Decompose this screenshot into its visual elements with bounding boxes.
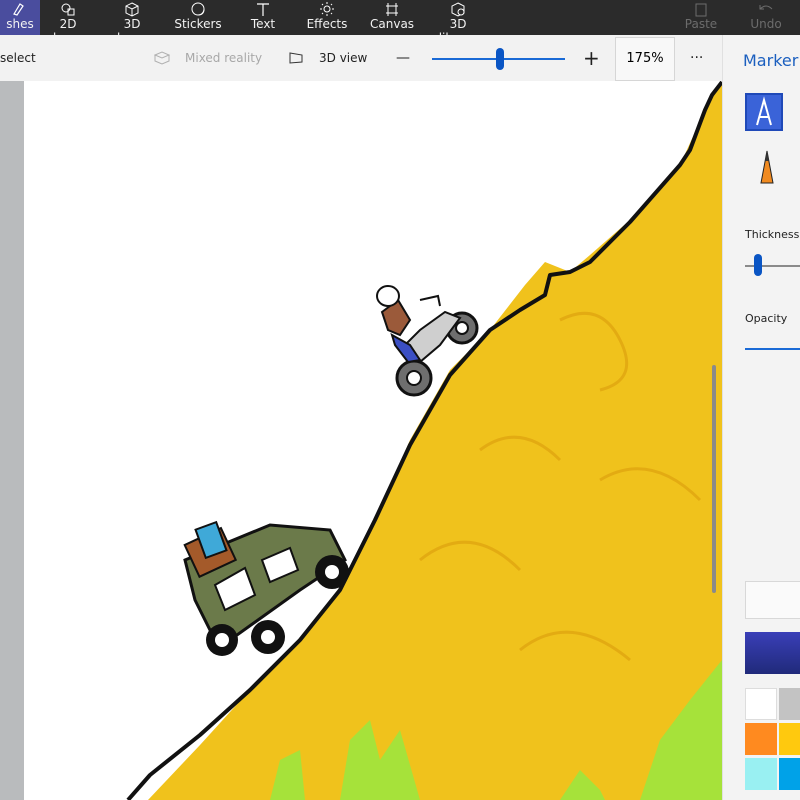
canvas-icon — [386, 3, 398, 16]
more-options-button[interactable]: ··· — [690, 35, 703, 81]
effects-icon — [320, 2, 334, 16]
zoom-out-button[interactable]: — — [396, 35, 410, 81]
paste-label: Paste — [684, 17, 718, 31]
zoom-in-button[interactable]: + — [583, 35, 600, 81]
tool-text[interactable]: Text — [245, 0, 281, 35]
mixed-reality-button[interactable]: Mixed reality — [185, 35, 262, 81]
mixed-reality-icon — [154, 51, 170, 65]
3d-shapes-icon — [125, 2, 139, 17]
pencil-brush-button[interactable] — [753, 147, 781, 185]
paste-button[interactable]: Paste — [678, 0, 724, 35]
undo-icon — [759, 5, 773, 10]
marker-brush-button[interactable] — [745, 93, 783, 131]
add-color-button[interactable] — [745, 581, 800, 619]
tool-3d-shapes[interactable]: 3D shapes — [103, 0, 161, 45]
color-swatch-light-cyan[interactable] — [745, 758, 777, 790]
brush-panel: Marker Thickness Opacity — [722, 35, 800, 800]
thickness-label: Thickness — [745, 228, 800, 241]
pencil-icon — [760, 150, 774, 184]
tool-stickers[interactable]: Stickers — [173, 0, 223, 35]
zoom-level-box[interactable]: 175% — [615, 37, 675, 81]
2d-shapes-icon — [61, 3, 75, 16]
opacity-label: Opacity — [745, 312, 788, 325]
hill-drawing — [126, 81, 722, 800]
color-swatch-blue[interactable] — [779, 758, 800, 790]
3d-view-button[interactable]: 3D view — [319, 35, 367, 81]
tool-effects[interactable]: Effects — [305, 0, 349, 35]
tool-label: Text — [250, 17, 276, 31]
tool-3d-library[interactable]: 3D library — [430, 0, 486, 45]
color-swatch-orange[interactable] — [745, 723, 777, 755]
color-swatch-white[interactable] — [745, 688, 777, 720]
selected-color-swatch[interactable] — [745, 632, 800, 674]
tool-label: Stickers — [174, 17, 222, 31]
thickness-slider-thumb[interactable] — [754, 254, 762, 276]
undo-button[interactable]: Undo — [744, 0, 788, 35]
3d-library-icon — [451, 2, 465, 17]
tool-canvas[interactable]: Canvas — [370, 0, 414, 35]
secondary-toolbar: select Mixed reality 3D view — + ··· — [0, 35, 722, 81]
paste-icon — [695, 3, 707, 17]
stickers-icon — [191, 2, 205, 16]
tool-label: shes — [6, 17, 34, 31]
top-toolbar: shes 2D shapes 3D shapes Stickers Text E… — [0, 0, 800, 45]
panel-title: Marker — [743, 51, 799, 70]
zoom-slider-thumb[interactable] — [496, 48, 504, 70]
marker-icon — [756, 96, 772, 126]
canvas-left-margin — [0, 81, 24, 800]
3d-view-icon — [289, 52, 303, 64]
tool-label: Canvas — [370, 17, 415, 31]
color-swatch-yellow[interactable] — [779, 723, 800, 755]
color-swatch-gray[interactable] — [779, 688, 800, 720]
tool-label: Effects — [306, 17, 348, 31]
text-icon — [257, 3, 269, 16]
undo-label: Undo — [750, 17, 782, 31]
opacity-slider[interactable] — [745, 348, 800, 350]
select-button[interactable]: select — [0, 35, 36, 81]
tool-brushes[interactable]: shes — [0, 0, 40, 35]
tool-2d-shapes[interactable]: 2D shapes — [40, 0, 96, 45]
brush-icon — [13, 3, 24, 16]
vertical-scrollbar[interactable] — [712, 365, 716, 593]
drawing-canvas[interactable] — [24, 81, 722, 800]
